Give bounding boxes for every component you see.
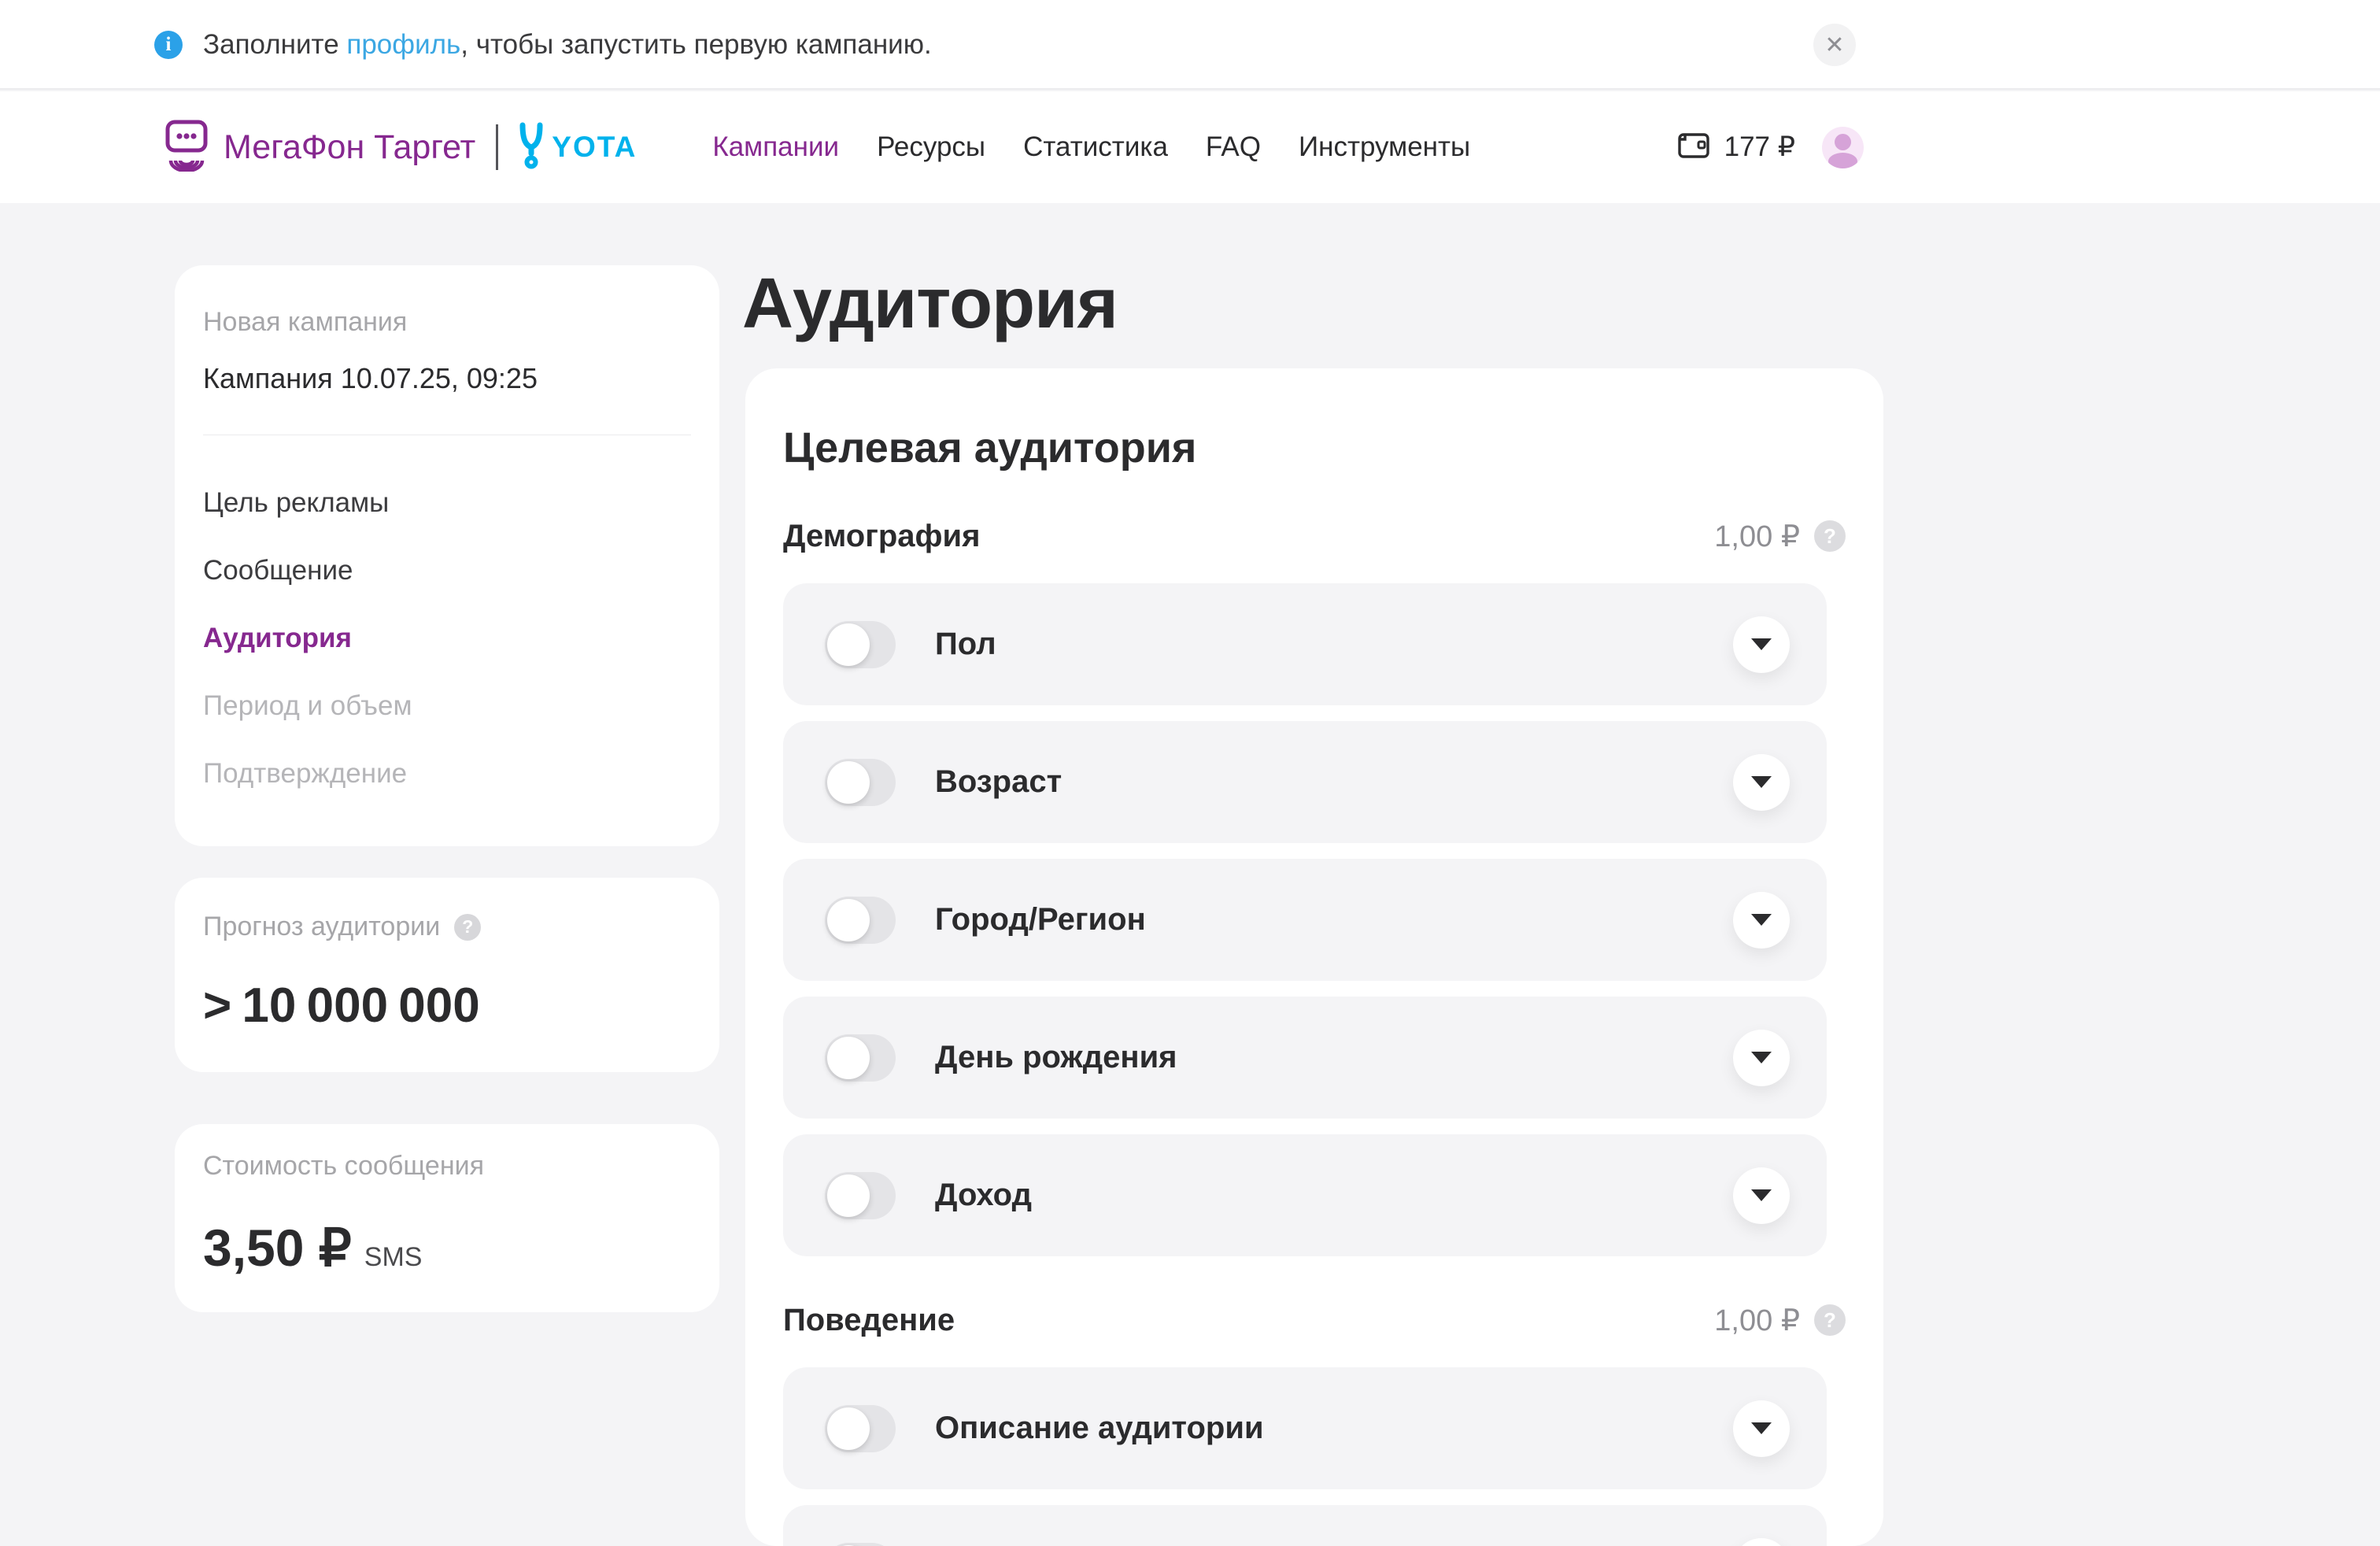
question-icon[interactable]: ? [1814, 1304, 1846, 1336]
section-header-demography: Демография 1,00 ₽ ? [783, 518, 1846, 554]
nav-item-statistics[interactable]: Статистика [1023, 131, 1168, 163]
step-confirmation: Подтверждение [203, 757, 691, 790]
cost-card: Стоимость сообщения 3,50 ₽ SMS [175, 1124, 719, 1312]
toggle-switch[interactable] [825, 759, 896, 806]
audience-row-gender[interactable]: Пол [783, 583, 1827, 705]
chevron-down-icon[interactable] [1733, 616, 1790, 673]
cost-unit: SMS [364, 1242, 423, 1273]
step-goal[interactable]: Цель рекламы [203, 486, 691, 520]
yota-brand-name[interactable]: YOTA [552, 131, 637, 164]
toggle-switch[interactable] [825, 621, 896, 668]
profile-link[interactable]: профиль [346, 29, 460, 60]
step-message[interactable]: Сообщение [203, 554, 691, 587]
nav-item-campaigns[interactable]: Кампании [712, 131, 839, 163]
target-audience-card: Целевая аудитория Демография 1,00 ₽ ? По… [745, 368, 1883, 1546]
question-icon[interactable]: ? [1814, 520, 1846, 552]
banner-text: Заполните профиль, чтобы запустить перву… [203, 29, 932, 61]
cost-label: Стоимость сообщения [203, 1151, 691, 1182]
card-title: Целевая аудитория [783, 425, 1846, 471]
campaign-name: Кампания 10.07.25, 09:25 [203, 361, 691, 396]
toggle-switch[interactable] [825, 1172, 896, 1219]
step-period: Период и объем [203, 690, 691, 723]
chevron-down-icon[interactable] [1733, 892, 1790, 949]
main-nav: Кампании Ресурсы Статистика FAQ Инструме… [712, 131, 1470, 163]
audience-row-cutoff[interactable] [783, 1505, 1827, 1546]
forecast-card: Прогноз аудитории ? > 10 000 000 [175, 878, 719, 1072]
brand-divider [496, 124, 498, 170]
toggle-switch[interactable] [825, 1543, 896, 1546]
audience-row-income[interactable]: Доход [783, 1134, 1827, 1256]
campaign-type-label: Новая кампания [203, 307, 691, 338]
toggle-switch[interactable] [825, 1405, 896, 1452]
info-icon: i [154, 31, 183, 59]
audience-row-city-region[interactable]: Город/Регион [783, 859, 1827, 981]
nav-item-tools[interactable]: Инструменты [1299, 131, 1470, 163]
toggle-switch[interactable] [825, 1034, 896, 1082]
brand-name[interactable]: МегаФон Таргет [224, 128, 475, 167]
chevron-down-icon[interactable] [1733, 1538, 1790, 1546]
yota-logo-icon [519, 122, 544, 173]
step-audience[interactable]: Аудитория [203, 622, 691, 655]
toggle-switch[interactable] [825, 897, 896, 944]
chevron-down-icon[interactable] [1733, 754, 1790, 811]
page-title: Аудитория [742, 264, 1118, 343]
cost-value: 3,50 ₽ [203, 1219, 352, 1276]
balance-amount: 177 ₽ [1724, 131, 1795, 163]
megafon-target-page: i Заполните профиль, чтобы запустить пер… [0, 0, 2380, 1546]
megafon-logo-icon [164, 120, 209, 176]
forecast-value: > 10 000 000 [203, 978, 691, 1034]
balance-button[interactable]: 177 ₽ [1677, 128, 1795, 167]
chevron-down-icon[interactable] [1733, 1400, 1790, 1457]
wallet-icon [1677, 128, 1710, 167]
app-header: МегаФон Таргет YOTA Кампании Ресурсы Ста… [0, 91, 2380, 203]
forecast-label: Прогноз аудитории [203, 912, 440, 942]
close-icon[interactable]: ✕ [1813, 24, 1856, 66]
audience-row-description[interactable]: Описание аудитории [783, 1367, 1827, 1489]
section-price: 1,00 ₽ [1714, 519, 1800, 554]
section-label: Поведение [783, 1303, 955, 1338]
question-icon[interactable]: ? [454, 914, 481, 941]
notification-banner: i Заполните профиль, чтобы запустить пер… [0, 0, 2380, 90]
audience-row-age[interactable]: Возраст [783, 721, 1827, 843]
section-label: Демография [783, 519, 980, 554]
avatar[interactable] [1822, 127, 1864, 168]
campaign-steps-card: Новая кампания Кампания 10.07.25, 09:25 … [175, 265, 719, 846]
nav-item-faq[interactable]: FAQ [1206, 131, 1261, 163]
chevron-down-icon[interactable] [1733, 1167, 1790, 1224]
section-header-behavior: Поведение 1,00 ₽ ? [783, 1302, 1846, 1338]
audience-row-birthday[interactable]: День рождения [783, 997, 1827, 1119]
section-price: 1,00 ₽ [1714, 1303, 1800, 1338]
nav-item-resources[interactable]: Ресурсы [877, 131, 985, 163]
chevron-down-icon[interactable] [1733, 1030, 1790, 1086]
steps-list: Цель рекламы Сообщение Аудитория Период … [203, 486, 691, 790]
